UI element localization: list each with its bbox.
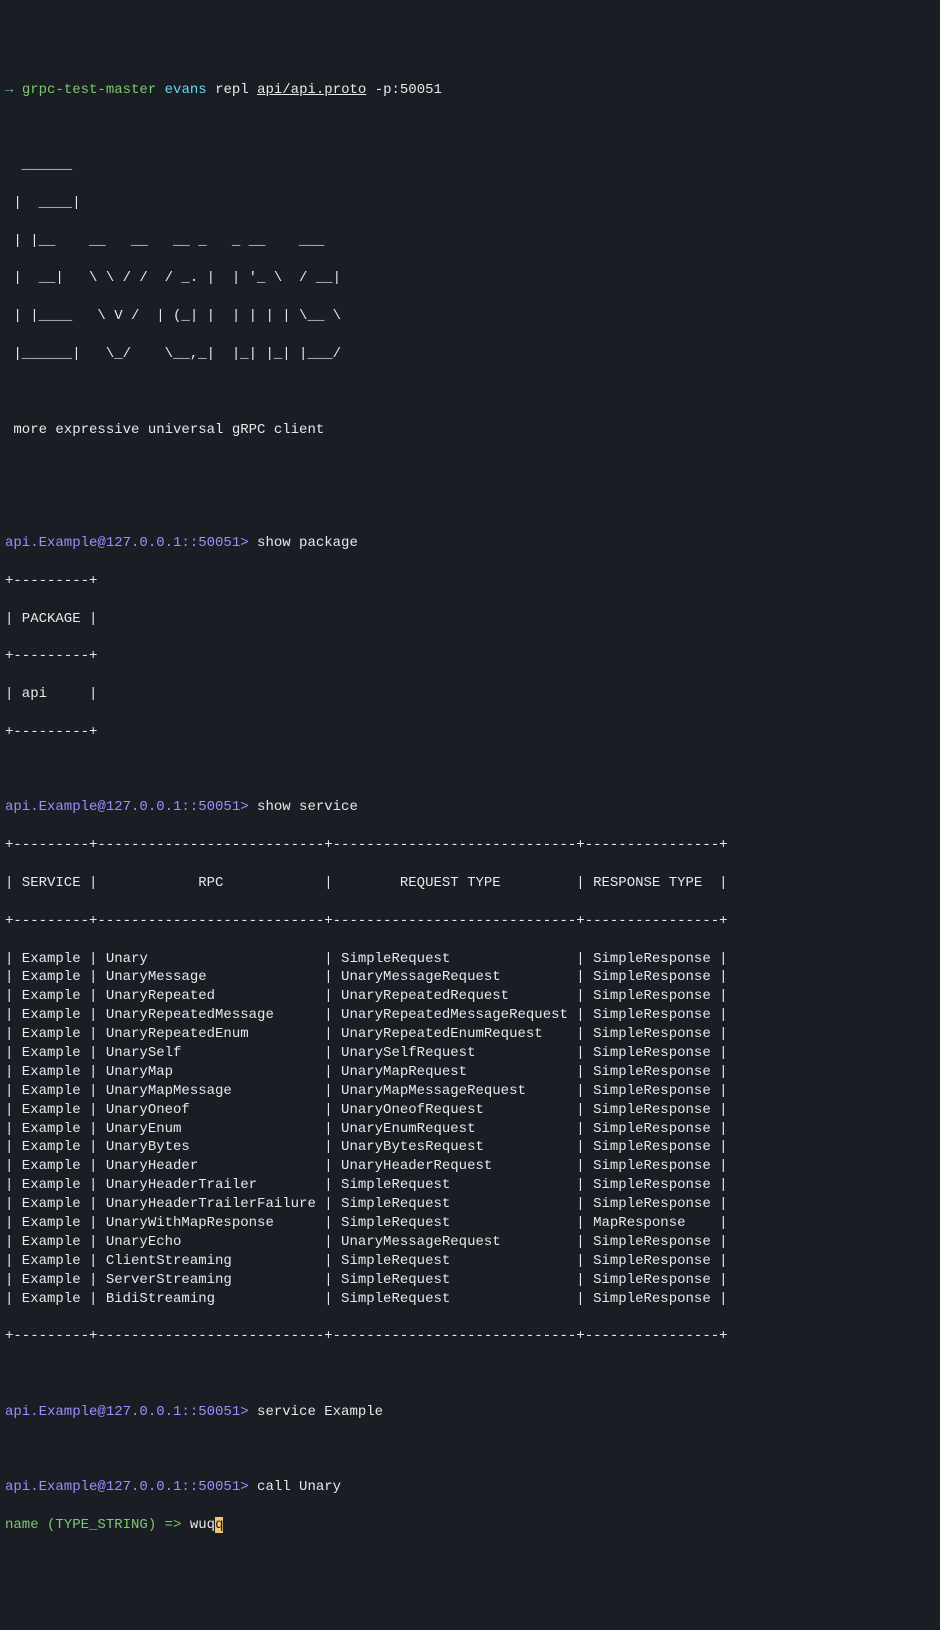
service-table-row: | Example | UnaryOneof | UnaryOneofReque… [5, 1101, 935, 1120]
shell-subcmd: repl [215, 82, 249, 98]
shell-proto-path: api/api.proto [257, 82, 366, 98]
package-table-row: | api | [5, 685, 935, 704]
service-table-row: | Example | UnaryRepeatedEnum | UnaryRep… [5, 1025, 935, 1044]
repl-line-show-package[interactable]: api.Example@127.0.0.1::50051> show packa… [5, 534, 935, 553]
repl-command: show package [257, 535, 358, 551]
input-value[interactable]: wuq [190, 1517, 215, 1533]
blank-line [5, 1365, 935, 1384]
evans-ascii-banner: | |__ __ __ __ _ _ __ ___ [5, 232, 935, 251]
service-table-header: | SERVICE | RPC | REQUEST TYPE | RESPONS… [5, 874, 935, 893]
package-table-border: +---------+ [5, 647, 935, 666]
service-table-row: | Example | UnaryHeaderTrailer | SimpleR… [5, 1176, 935, 1195]
service-table-row: | Example | UnaryEcho | UnaryMessageRequ… [5, 1233, 935, 1252]
shell-cwd: grpc-test-master [22, 82, 156, 98]
service-table-row: | Example | UnaryWithMapResponse | Simpl… [5, 1214, 935, 1233]
service-table-row: | Example | UnaryEnum | UnaryEnumRequest… [5, 1120, 935, 1139]
repl-command: call Unary [257, 1479, 341, 1495]
evans-ascii-banner: | __| \ \ / / / _. | | '_ \ / __| [5, 269, 935, 288]
service-table-row: | Example | BidiStreaming | SimpleReques… [5, 1290, 935, 1309]
service-table-border: +---------+---------------------------+-… [5, 912, 935, 931]
shell-cmd: evans [165, 82, 207, 98]
blank-line [5, 458, 935, 477]
repl-prompt: api.Example@127.0.0.1::50051> [5, 1479, 249, 1495]
input-field-label: name (TYPE_STRING) => [5, 1517, 181, 1533]
evans-ascii-banner: | |____ \ V / | (_| | | | | | \__ \ [5, 307, 935, 326]
blank-line [5, 496, 935, 515]
package-table-header: | PACKAGE | [5, 610, 935, 629]
shell-flags: -p:50051 [375, 82, 442, 98]
service-table-row: | Example | UnaryHeaderTrailerFailure | … [5, 1195, 935, 1214]
service-table-border: +---------+---------------------------+-… [5, 836, 935, 855]
repl-line-call-unary[interactable]: api.Example@127.0.0.1::50051> call Unary [5, 1478, 935, 1497]
repl-command: show service [257, 799, 358, 815]
repl-prompt: api.Example@127.0.0.1::50051> [5, 1404, 249, 1420]
package-table-border: +---------+ [5, 723, 935, 742]
service-table-row: | Example | UnaryRepeated | UnaryRepeate… [5, 987, 935, 1006]
package-table-border: +---------+ [5, 572, 935, 591]
service-table-row: | Example | UnaryMessage | UnaryMessageR… [5, 968, 935, 987]
repl-prompt: api.Example@127.0.0.1::50051> [5, 799, 249, 815]
service-table-row: | Example | UnarySelf | UnarySelfRequest… [5, 1044, 935, 1063]
shell-command-line: → grpc-test-master evans repl api/api.pr… [5, 81, 935, 100]
banner-line [5, 118, 935, 137]
cursor-icon: q [215, 1517, 223, 1533]
repl-command: service Example [257, 1404, 383, 1420]
service-table-row: | Example | UnaryMap | UnaryMapRequest |… [5, 1063, 935, 1082]
blank-line [5, 761, 935, 780]
service-table-row: | Example | ServerStreaming | SimpleRequ… [5, 1271, 935, 1290]
service-table-row: | Example | UnaryBytes | UnaryBytesReque… [5, 1138, 935, 1157]
service-table-row: | Example | UnaryRepeatedMessage | Unary… [5, 1006, 935, 1025]
input-prompt-line[interactable]: name (TYPE_STRING) => wuqq [5, 1516, 935, 1535]
service-table-row: | Example | Unary | SimpleRequest | Simp… [5, 950, 935, 969]
repl-line-show-service[interactable]: api.Example@127.0.0.1::50051> show servi… [5, 798, 935, 817]
blank-line [5, 1441, 935, 1460]
evans-tagline: more expressive universal gRPC client [5, 421, 935, 440]
service-table-row: | Example | UnaryHeader | UnaryHeaderReq… [5, 1157, 935, 1176]
service-table-border: +---------+---------------------------+-… [5, 1327, 935, 1346]
evans-ascii-banner: | ____| [5, 194, 935, 213]
service-table-row: | Example | UnaryMapMessage | UnaryMapMe… [5, 1082, 935, 1101]
repl-prompt: api.Example@127.0.0.1::50051> [5, 535, 249, 551]
evans-ascii-banner: |______| \_/ \__,_| |_| |_| |___/ [5, 345, 935, 364]
service-table-row: | Example | ClientStreaming | SimpleRequ… [5, 1252, 935, 1271]
evans-ascii-banner: ______ [5, 156, 935, 175]
repl-line-service-example[interactable]: api.Example@127.0.0.1::50051> service Ex… [5, 1403, 935, 1422]
evans-ascii-banner [5, 383, 935, 402]
